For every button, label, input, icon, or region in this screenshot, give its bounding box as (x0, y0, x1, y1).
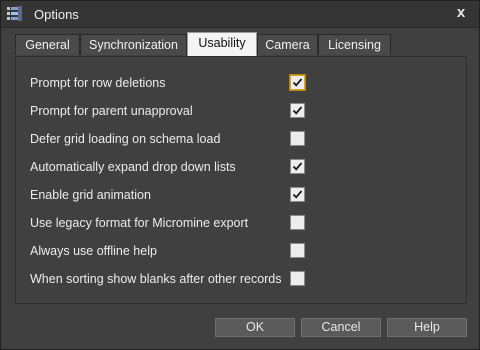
option-label: Prompt for parent unapproval (30, 104, 193, 118)
checkbox-sort-blanks-last[interactable] (290, 271, 305, 286)
options-app-icon (7, 6, 22, 21)
tab-synchronization[interactable]: Synchronization (80, 34, 187, 55)
checkmark-icon (292, 162, 303, 171)
tab-camera[interactable]: Camera (257, 34, 318, 55)
option-row: Automatically expand drop down lists (30, 157, 450, 177)
usability-panel: Prompt for row deletions Prompt for pare… (15, 56, 467, 304)
option-row: When sorting show blanks after other rec… (30, 269, 450, 289)
checkmark-icon (292, 78, 303, 87)
dialog-title: Options (34, 7, 79, 22)
options-dialog: Options x General Synchronization Usabil… (0, 0, 480, 350)
checkbox-legacy-micromine-format[interactable] (290, 215, 305, 230)
option-row: Prompt for row deletions (30, 73, 450, 93)
option-label: Enable grid animation (30, 188, 151, 202)
checkbox-prompt-parent-unapproval[interactable] (290, 103, 305, 118)
option-row: Always use offline help (30, 241, 450, 261)
title-bar: Options x (1, 1, 479, 28)
option-label: When sorting show blanks after other rec… (30, 272, 282, 286)
close-icon[interactable]: x (453, 4, 469, 22)
checkbox-auto-expand-dropdowns[interactable] (290, 159, 305, 174)
tab-usability[interactable]: Usability (187, 32, 257, 56)
checkbox-enable-grid-animation[interactable] (290, 187, 305, 202)
option-label: Automatically expand drop down lists (30, 160, 236, 174)
checkmark-icon (292, 106, 303, 115)
checkbox-defer-grid-loading[interactable] (290, 131, 305, 146)
checkbox-offline-help[interactable] (290, 243, 305, 258)
option-label: Always use offline help (30, 244, 157, 258)
checkmark-icon (292, 190, 303, 199)
option-label: Prompt for row deletions (30, 76, 166, 90)
option-label: Defer grid loading on schema load (30, 132, 221, 146)
option-row: Defer grid loading on schema load (30, 129, 450, 149)
tab-licensing[interactable]: Licensing (318, 34, 391, 55)
tab-general[interactable]: General (15, 34, 80, 55)
option-row: Prompt for parent unapproval (30, 101, 450, 121)
help-button[interactable]: Help (387, 318, 467, 337)
cancel-button[interactable]: Cancel (301, 318, 381, 337)
ok-button[interactable]: OK (215, 318, 295, 337)
option-row: Use legacy format for Micromine export (30, 213, 450, 233)
option-row: Enable grid animation (30, 185, 450, 205)
option-label: Use legacy format for Micromine export (30, 216, 249, 230)
checkbox-prompt-row-deletions[interactable] (290, 75, 305, 90)
